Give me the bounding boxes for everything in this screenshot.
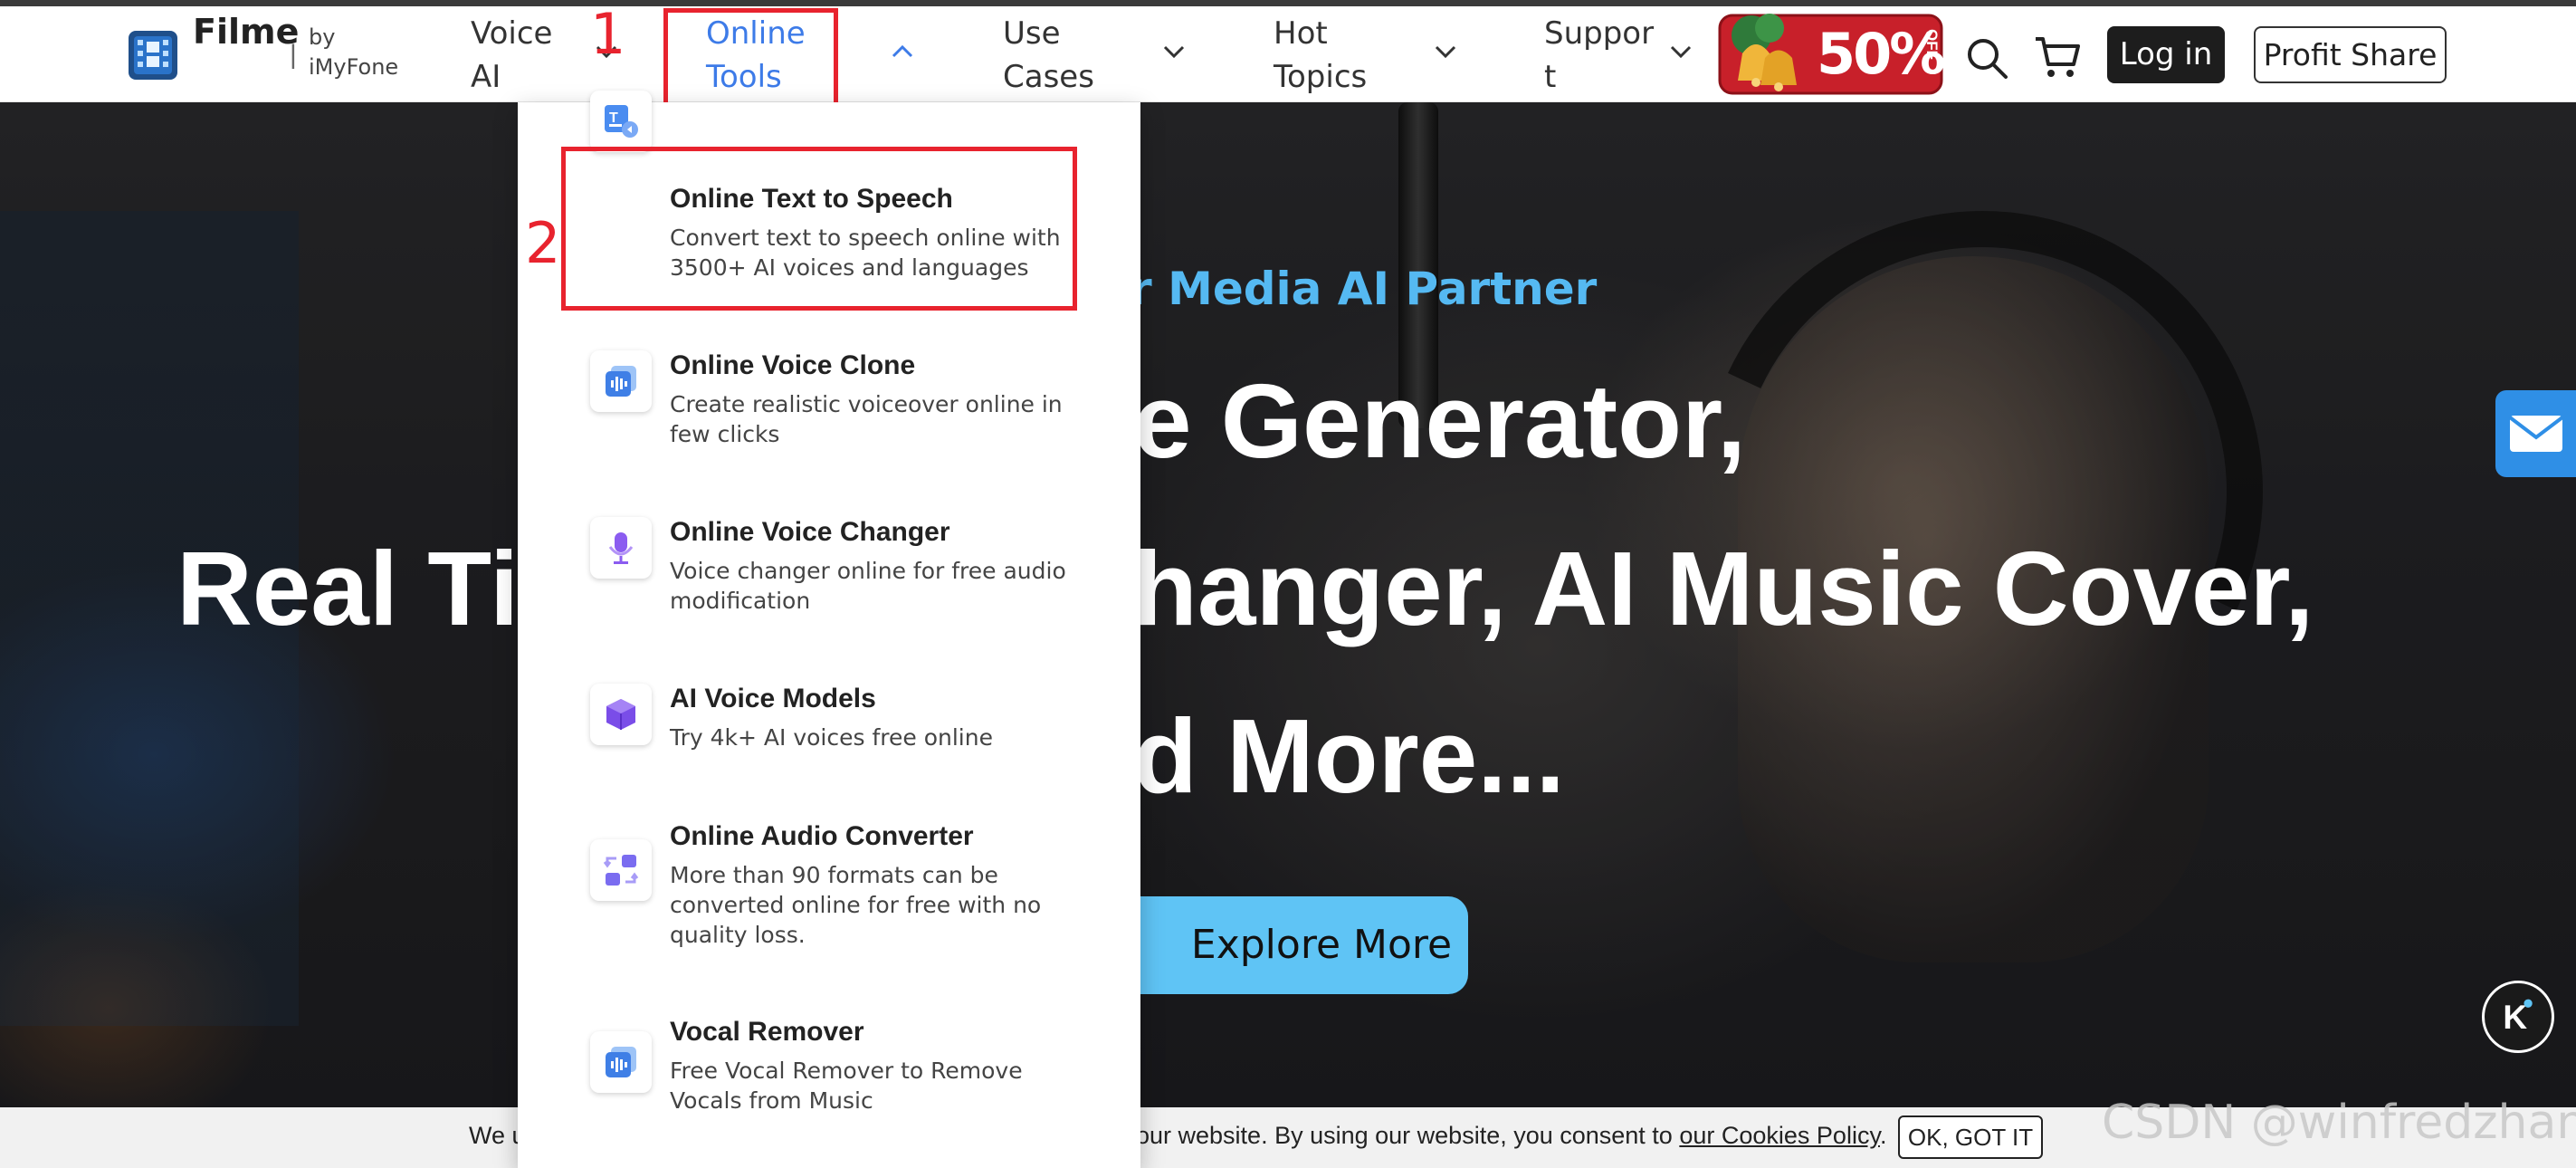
explore-more-button[interactable]: Explore More	[1093, 896, 1468, 994]
voice-changer-icon	[590, 517, 652, 579]
cookie-text-right: our website. By using our website, you c…	[1136, 1122, 1673, 1149]
dropdown-item-voice-changer[interactable]: Online Voice Changer Voice changer onlin…	[518, 517, 1140, 644]
dropdown-item-voice-clone[interactable]: Online Voice Clone Create realistic voic…	[518, 350, 1140, 477]
audio-converter-icon	[590, 839, 652, 901]
dropdown-item-title: Online Voice Changer	[670, 517, 950, 547]
dropdown-item-desc: Convert text to speech online with 3500+…	[670, 225, 1061, 281]
login-button[interactable]: Log in	[2107, 26, 2225, 83]
mail-icon[interactable]	[2495, 390, 2576, 477]
hero-headline-line3: d More...	[1133, 697, 1565, 815]
nav-use-cases[interactable]: Use Cases	[1003, 12, 1111, 99]
search-icon[interactable]	[1964, 35, 2009, 81]
chat-assistant-icon[interactable]: K	[2482, 981, 2554, 1053]
dropdown-item-desc: Try 4k+ AI voices free online	[670, 724, 993, 751]
nav-voice-ai[interactable]: Voice AI	[471, 12, 570, 99]
profit-share-button[interactable]: Profit Share	[2254, 26, 2447, 83]
promo-off: OFF	[1923, 29, 1941, 60]
dropdown-item-title: Vocal Remover	[670, 1017, 864, 1047]
csdn-watermark: CSDN @winfredzhang	[2102, 1096, 2576, 1150]
dropdown-item-ai-voice-models[interactable]: AI Voice Models Try 4k+ AI voices free o…	[518, 684, 1140, 774]
nav-hot-topics[interactable]: Hot Topics	[1274, 12, 1382, 99]
chevron-down-icon[interactable]	[1160, 38, 1188, 65]
cookie-ok-button[interactable]: OK, GOT IT	[1898, 1115, 2043, 1159]
hero-headline-line2-left: Real Ti	[177, 530, 520, 647]
annotation-number-step2: 2	[525, 210, 561, 276]
promo-banner[interactable]: 50% OFF	[1715, 8, 1946, 100]
brand-name[interactable]: Filme	[193, 10, 299, 53]
dropdown-item-title: AI Voice Models	[670, 684, 876, 713]
svg-text:K: K	[2503, 999, 2527, 1036]
annotation-number-step1: 1	[590, 1, 626, 67]
hero-headline-line1: e Generator,	[1133, 362, 1746, 480]
chevron-down-icon[interactable]	[1667, 38, 1694, 65]
nav-support[interactable]: Support	[1544, 12, 1656, 99]
dropdown-item-title: Online Voice Clone	[670, 350, 916, 380]
online-tools-dropdown: T Online Text to Speech Convert text to …	[518, 91, 1140, 1168]
dropdown-item-desc: Create realistic voiceover online in few…	[670, 391, 1063, 447]
dropdown-item-vocal-remover[interactable]: Vocal Remover Free Vocal Remover to Remo…	[518, 1017, 1140, 1144]
brand-separator: |	[290, 40, 297, 70]
cube-icon	[590, 684, 652, 745]
cookie-text: our website. By using our website, you c…	[1136, 1122, 1886, 1150]
dropdown-item-audio-converter[interactable]: Online Audio Converter More than 90 form…	[518, 821, 1140, 966]
site-header: Filme | by iMyFone Voice AI Online Tools…	[0, 1, 2576, 109]
svg-text:T: T	[609, 110, 618, 126]
cart-icon[interactable]	[2032, 32, 2083, 82]
text-to-speech-icon: T	[590, 91, 652, 152]
nav-online-tools[interactable]: Online Tools	[706, 12, 815, 99]
dropdown-item-title: Online Text to Speech	[670, 184, 953, 214]
chevron-down-icon[interactable]	[1432, 38, 1459, 65]
voice-clone-icon	[590, 350, 652, 412]
dropdown-item-desc: Voice changer online for free audio modi…	[670, 558, 1066, 614]
explore-more-label: Explore More	[1190, 922, 1453, 968]
dropdown-item-desc: More than 90 formats can be converted on…	[670, 862, 1042, 948]
vocal-remover-icon	[590, 1031, 652, 1093]
filme-logo-icon[interactable]	[127, 29, 179, 81]
hero-subtitle: r Media AI Partner	[1130, 263, 1598, 315]
cookie-policy-link[interactable]: our Cookies Policy	[1679, 1122, 1880, 1149]
cookie-period: .	[1879, 1122, 1887, 1149]
top-strip	[0, 0, 2576, 6]
hero-headline-line2-right: hanger, AI Music Cover,	[1133, 530, 2314, 647]
chevron-up-icon[interactable]	[889, 38, 916, 65]
brand-by-label: by iMyFone	[309, 24, 399, 80]
dropdown-item-desc: Free Vocal Remover to Remove Vocals from…	[670, 1058, 1023, 1114]
dropdown-item-title: Online Audio Converter	[670, 821, 974, 851]
dropdown-item-text-to-speech[interactable]: T Online Text to Speech Convert text to …	[518, 91, 1140, 311]
